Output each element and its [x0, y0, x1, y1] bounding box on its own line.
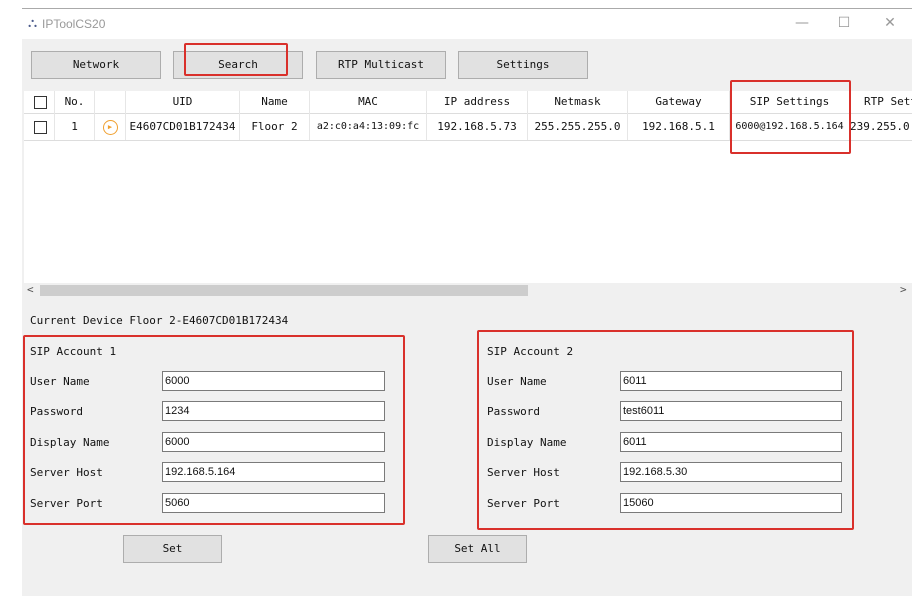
header-icon	[95, 91, 126, 113]
display-name-input-1[interactable]: 6000	[162, 432, 385, 452]
server-port-label-2: Server Port	[487, 497, 560, 510]
scroll-left-icon[interactable]: <	[27, 283, 34, 296]
select-all-cell[interactable]	[24, 91, 55, 113]
row-no: 1	[55, 113, 95, 140]
user-name-input-1[interactable]: 6000	[162, 371, 385, 391]
display-name-label-1: Display Name	[30, 436, 110, 449]
row-rtp: 239.255.0.	[850, 120, 912, 133]
header-gateway[interactable]: Gateway	[628, 91, 730, 113]
row-checkbox[interactable]	[34, 121, 47, 134]
title-bar: ⛬ IPToolCS20 — ☐ ✕	[22, 9, 912, 39]
row-gateway: 192.168.5.1	[628, 113, 730, 140]
server-port-input-1[interactable]: 5060	[162, 493, 385, 513]
sip-account-1-title: SIP Account 1	[30, 345, 117, 358]
network-app-icon: ⛬	[28, 16, 38, 31]
minimize-button[interactable]: —	[792, 15, 812, 31]
play-cell[interactable]: ▶	[95, 113, 126, 140]
row-uid: E4607CD01B172434	[126, 113, 240, 140]
password-label-1: Password	[30, 405, 83, 418]
set-all-button[interactable]: Set All	[428, 535, 527, 563]
row-name: Floor 2	[240, 113, 310, 140]
sip-account-2-title: SIP Account 2	[487, 345, 574, 358]
set-button[interactable]: Set	[123, 535, 222, 563]
row-mac: a2:c0:a4:13:09:fc	[310, 113, 427, 140]
row-ip: 192.168.5.73	[427, 113, 528, 140]
horizontal-scrollbar[interactable]: < >	[24, 283, 912, 298]
header-name[interactable]: Name	[240, 91, 310, 113]
sip-settings-highlight	[730, 80, 851, 154]
display-name-input-2[interactable]: 6011	[620, 432, 842, 452]
password-input-1[interactable]: 1234	[162, 401, 385, 421]
window-title: IPToolCS20	[42, 17, 106, 31]
close-button[interactable]: ✕	[880, 15, 900, 31]
header-rtp[interactable]: RTP Sett	[850, 91, 912, 113]
settings-button[interactable]: Settings	[458, 51, 588, 79]
header-no[interactable]: No.	[55, 91, 95, 113]
user-name-label-2: User Name	[487, 375, 547, 388]
server-host-label-2: Server Host	[487, 466, 560, 479]
rtp-multicast-button[interactable]: RTP Multicast	[316, 51, 446, 79]
current-device-label: Current Device Floor 2-E4607CD01B172434	[30, 314, 289, 327]
server-port-input-2[interactable]: 15060	[620, 493, 842, 513]
server-host-label-1: Server Host	[30, 466, 103, 479]
password-label-2: Password	[487, 405, 540, 418]
search-highlight	[184, 43, 288, 76]
play-icon[interactable]: ▶	[102, 119, 118, 135]
select-all-checkbox[interactable]	[34, 96, 47, 109]
user-name-label-1: User Name	[30, 375, 90, 388]
user-name-input-2[interactable]: 6011	[620, 371, 842, 391]
scrollbar-thumb[interactable]	[40, 285, 528, 296]
header-uid[interactable]: UID	[126, 91, 240, 113]
maximize-button[interactable]: ☐	[834, 15, 854, 31]
header-netmask[interactable]: Netmask	[528, 91, 628, 113]
server-host-input-2[interactable]: 192.168.5.30	[620, 462, 842, 482]
scroll-right-icon[interactable]: >	[900, 283, 907, 296]
row-netmask: 255.255.255.0	[528, 113, 628, 140]
display-name-label-2: Display Name	[487, 436, 567, 449]
network-button[interactable]: Network	[31, 51, 161, 79]
header-ip[interactable]: IP address	[427, 91, 528, 113]
password-input-2[interactable]: test6011	[620, 401, 842, 421]
server-host-input-1[interactable]: 192.168.5.164	[162, 462, 385, 482]
header-mac[interactable]: MAC	[310, 91, 427, 113]
scroll-up-icon[interactable]: ^	[894, 91, 901, 98]
server-port-label-1: Server Port	[30, 497, 103, 510]
